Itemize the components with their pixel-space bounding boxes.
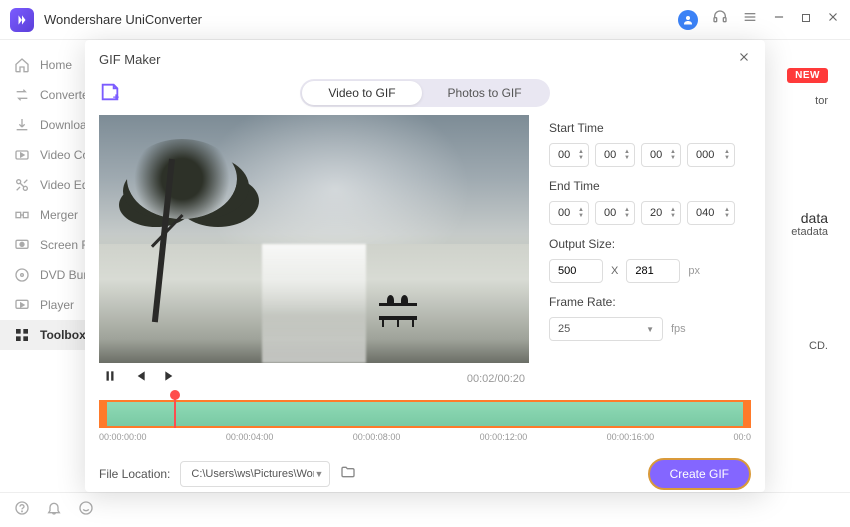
- next-button[interactable]: [163, 369, 177, 388]
- gif-settings: Start Time ▲▼ ▲▼ ▲▼ ▲▼ End Time ▲▼ ▲▼ ▲▼…: [549, 115, 751, 394]
- close-icon[interactable]: [737, 50, 751, 69]
- gif-maker-modal: GIF Maker + Video to GIF Photos to GIF: [85, 40, 765, 492]
- start-time-label: Start Time: [549, 121, 751, 135]
- frame-rate-label: Frame Rate:: [549, 295, 751, 309]
- sidebar-label: Toolbox: [40, 328, 86, 342]
- bell-icon[interactable]: [46, 500, 62, 521]
- trim-handle-left[interactable]: [99, 400, 107, 428]
- maximize-button[interactable]: [800, 11, 812, 29]
- prev-button[interactable]: [133, 369, 147, 388]
- trim-handle-right[interactable]: [743, 400, 751, 428]
- title-bar: Wondershare UniConverter: [0, 0, 850, 40]
- sidebar-label: Merger: [40, 208, 78, 222]
- bg-card-fragment: CD.: [758, 340, 828, 352]
- timeline-ruler: 00:00:00:00 00:00:04:00 00:00:08:00 00:0…: [99, 428, 751, 448]
- end-seconds-spinner[interactable]: ▲▼: [641, 201, 681, 225]
- size-separator: X: [611, 265, 618, 277]
- tab-photos-to-gif[interactable]: Photos to GIF: [422, 81, 548, 105]
- chevron-down-icon: ▼: [646, 325, 654, 334]
- bg-card-fragment: data etadata: [768, 210, 828, 238]
- file-location-label: File Location:: [99, 467, 170, 481]
- player-controls: 00:02/00:20: [99, 363, 529, 394]
- menu-icon[interactable]: [742, 9, 758, 30]
- start-seconds-spinner[interactable]: ▲▼: [641, 143, 681, 167]
- end-time-label: End Time: [549, 179, 751, 193]
- modal-title: GIF Maker: [99, 52, 737, 67]
- frame-rate-select[interactable]: 25 ▼: [549, 317, 663, 341]
- mode-tabs: Video to GIF Photos to GIF: [300, 79, 549, 107]
- fps-unit: fps: [671, 323, 686, 335]
- app-title: Wondershare UniConverter: [44, 12, 678, 27]
- bg-card-fragment: tor: [773, 95, 828, 107]
- new-badge: NEW: [787, 68, 828, 83]
- end-minutes-spinner[interactable]: ▲▼: [595, 201, 635, 225]
- minimize-button[interactable]: [772, 10, 786, 29]
- start-hours-spinner[interactable]: ▲▼: [549, 143, 589, 167]
- output-width-input[interactable]: [549, 259, 603, 283]
- tab-video-to-gif[interactable]: Video to GIF: [302, 81, 421, 105]
- svg-text:+: +: [113, 92, 119, 103]
- end-ms-spinner[interactable]: ▲▼: [687, 201, 735, 225]
- add-media-icon[interactable]: +: [99, 81, 121, 103]
- sidebar-label: Player: [40, 298, 74, 312]
- start-ms-spinner[interactable]: ▲▼: [687, 143, 735, 167]
- sidebar-label: Home: [40, 58, 72, 72]
- help-icon[interactable]: [14, 500, 30, 521]
- video-preview[interactable]: [99, 115, 529, 363]
- feedback-icon[interactable]: [78, 500, 94, 521]
- close-window-button[interactable]: [826, 10, 840, 29]
- player-time: 00:02/00:20: [467, 373, 525, 385]
- headset-icon[interactable]: [712, 9, 728, 30]
- playhead[interactable]: [174, 390, 176, 426]
- open-folder-button[interactable]: [340, 464, 356, 485]
- start-minutes-spinner[interactable]: ▲▼: [595, 143, 635, 167]
- user-avatar[interactable]: [678, 10, 698, 30]
- output-height-input[interactable]: [626, 259, 680, 283]
- end-hours-spinner[interactable]: ▲▼: [549, 201, 589, 225]
- app-logo: [10, 8, 34, 32]
- create-gif-button[interactable]: Create GIF: [648, 458, 751, 490]
- pause-button[interactable]: [103, 369, 117, 388]
- output-size-label: Output Size:: [549, 237, 751, 251]
- px-unit: px: [688, 265, 700, 277]
- trim-timeline[interactable]: [99, 400, 751, 428]
- file-location-input[interactable]: ▼: [180, 461, 330, 487]
- chevron-down-icon[interactable]: ▼: [314, 469, 323, 479]
